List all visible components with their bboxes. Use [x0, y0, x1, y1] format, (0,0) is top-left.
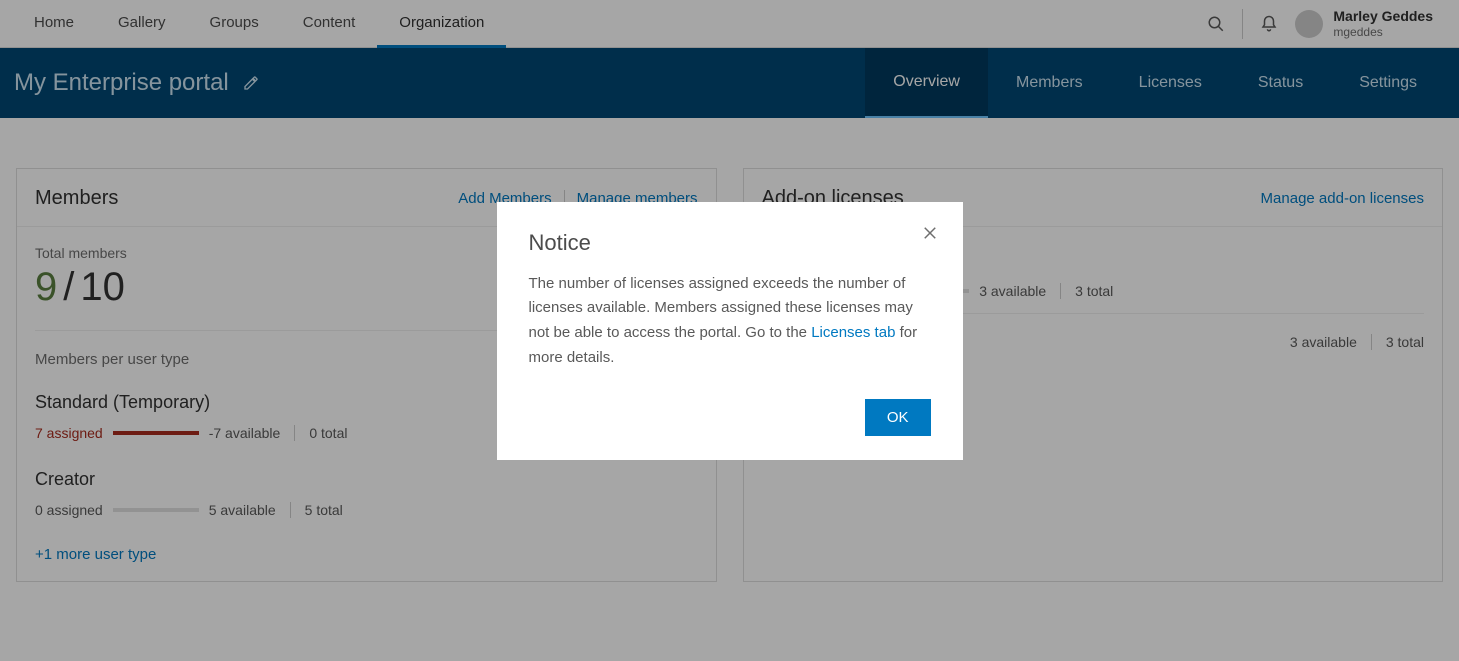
notice-modal: Notice The number of licenses assigned e… [497, 202, 963, 460]
modal-footer: OK [529, 399, 931, 436]
close-icon[interactable] [921, 224, 939, 242]
licenses-tab-link[interactable]: Licenses tab [811, 324, 895, 341]
modal-title: Notice [529, 230, 931, 256]
modal-overlay[interactable]: Notice The number of licenses assigned e… [0, 0, 1459, 661]
modal-body: The number of licenses assigned exceeds … [529, 272, 931, 371]
ok-button[interactable]: OK [865, 399, 931, 436]
